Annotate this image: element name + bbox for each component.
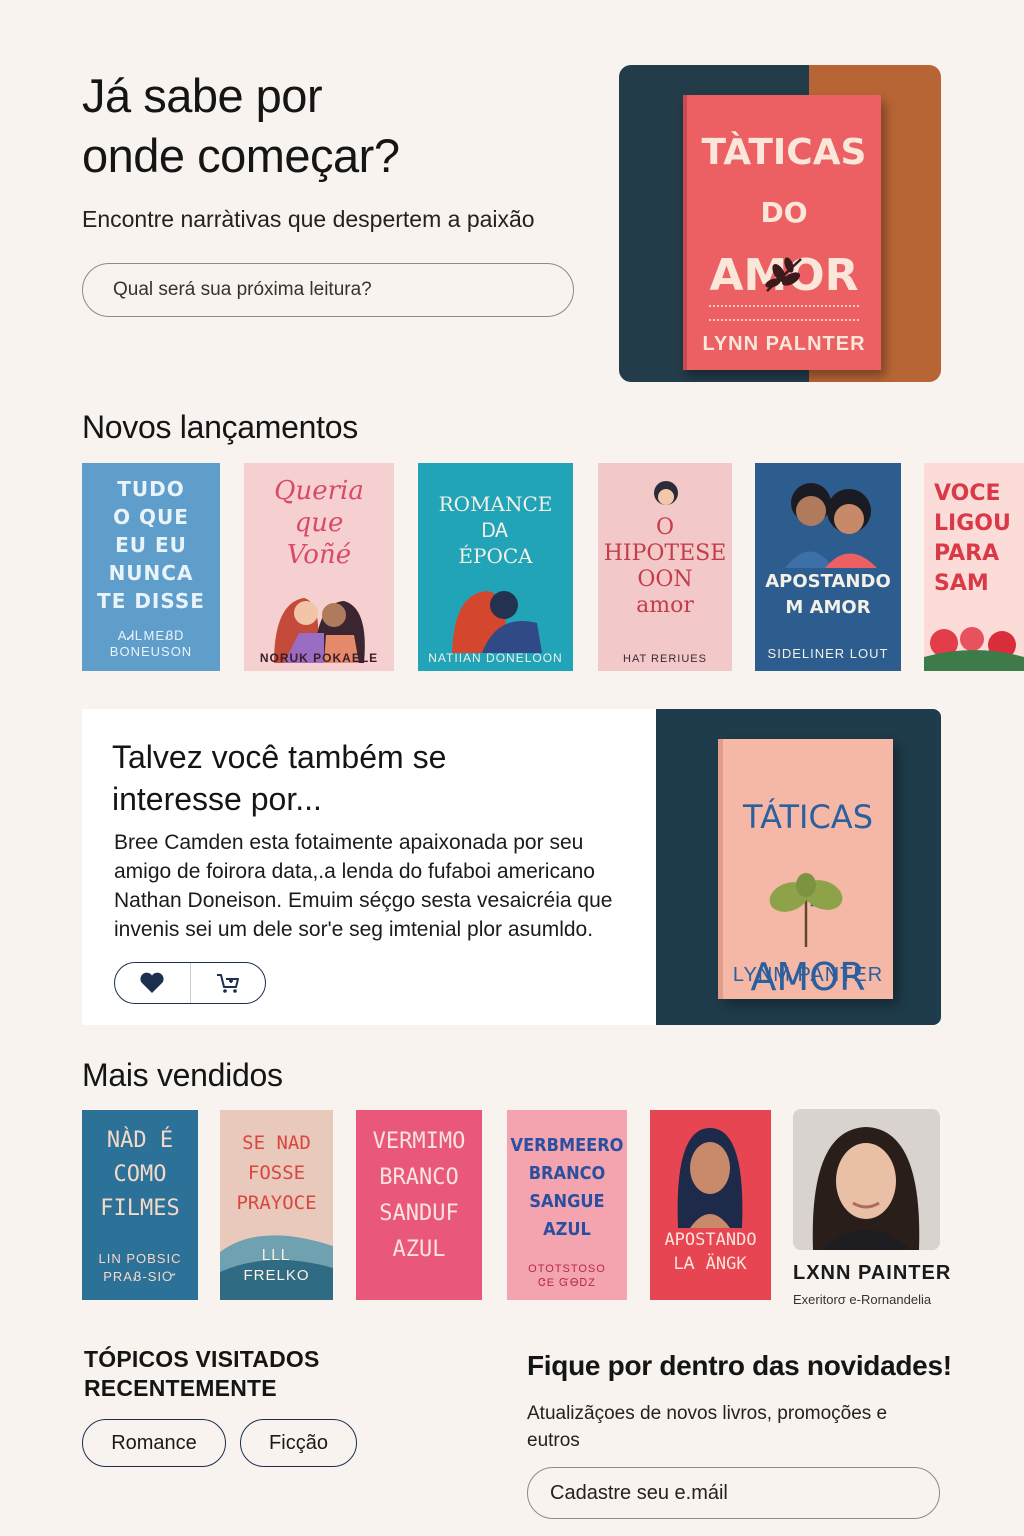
heart-icon [140,972,164,993]
couple-illustration [785,483,877,568]
book-cover[interactable]: O HIPOTESE OON amor HAT RERIUES [598,463,732,671]
book-cover[interactable]: SE NAD FOSSE PRAYOCE ᏞᏞᏞ FRELKO [220,1110,333,1300]
book-cover[interactable]: VERMIMO BRANCO SANDUF AZUL [356,1110,482,1300]
leaf-icon [765,257,802,292]
book-cover[interactable]: APOSTANDO ᏞᎪ ÄNGK [650,1110,771,1300]
portrait-illustration [677,1128,743,1228]
featured-book-author: LYNN PALNTER [702,333,866,355]
flowers-illustration [924,627,1024,671]
book-cover[interactable]: Queria que Voñé NORUK POKAELE [244,463,394,671]
recommendation-actions [114,962,266,1004]
cart-icon [216,974,239,993]
search-input[interactable] [82,263,574,317]
hero-title: Já sabe por onde começar? [82,69,400,182]
book-cover[interactable]: VERBMEERO BRANCO SANGUE AZUL OTOTSTOSO Ꮳ… [507,1110,627,1300]
couple-illustration [274,598,365,663]
best-sellers-title: Mais vendidos [82,1057,283,1093]
featured-book-card[interactable]: TÀTICAS DO AMOR LYNN PALNTER [619,65,941,382]
avatar [793,1109,940,1250]
author-name[interactable]: LXNN PAINTER [793,1262,951,1285]
featured-book-cover[interactable]: TÀTICAS DO AMOR LYNN PALNTER [683,95,881,370]
newsletter-subtitle: Atualizãçoes de novos livros, promoções … [527,1403,888,1451]
recommendation-description: Bree Camden esta fotaimente apaixonada p… [114,831,613,941]
author-role: Exeritorσ e-Rornandelia [793,1292,932,1307]
topic-chip-ficcao[interactable]: Ficção [240,1419,357,1467]
recommendation-book-cover[interactable]: TÁTICAS DD AMOR LYNM PANTER [718,739,893,999]
email-field[interactable] [527,1467,940,1519]
plant-icon [769,873,843,947]
recommendation-title: Talvez você também se interesse por... [112,739,447,817]
add-to-cart-button[interactable] [189,963,266,1003]
hero-subtitle: Encontre narràtivas que despertem a paix… [82,206,535,232]
recommendation-book-card[interactable]: TÁTICAS DD AMOR LYNM PANTER [656,709,941,1025]
couple-illustration [452,591,542,653]
recommendation-book-author: LYNM PANTER [732,964,884,986]
book-cover[interactable]: TUDO O QUE EU EU NUNCA TE DISSE AᏗᏞMEᏰᎠ … [82,463,220,671]
topic-chip-romance[interactable]: Romance [82,1419,226,1467]
book-cover[interactable]: VOCE LIGOU PARA SAM [924,463,1024,671]
book-cover[interactable]: APOSTANDO M AMOR SIDELINER LOUT [755,463,901,671]
book-cover[interactable]: ROMANCE ᎠᎪ ÉPOCA NATIIAN DONELOON [418,463,573,671]
new-releases-title: Novos lançamentos [82,409,358,445]
newsletter-title: Fique por dentro das novidades! [527,1350,952,1381]
book-cover[interactable]: NÀD É COMO FILMES LIN POBSIC PRAᏰ-SIᏅ [82,1110,198,1300]
favorite-button[interactable] [115,963,190,1003]
portrait-illustration [654,481,678,505]
recent-topics-title: TÓPICOS VISITADOS RECENTEMENTE [84,1346,320,1401]
author-photo[interactable] [793,1109,940,1250]
cover-fine-print [709,305,859,321]
